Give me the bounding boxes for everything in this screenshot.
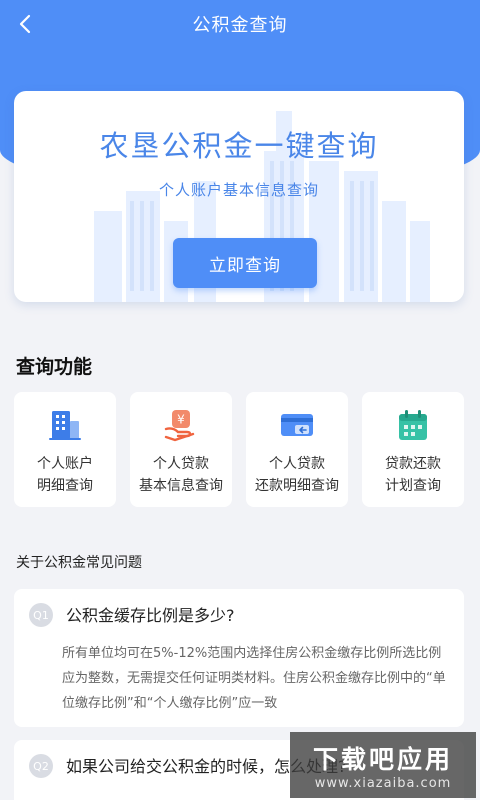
function-label-line1: 个人账户 (37, 456, 93, 472)
function-loan-repayment-detail[interactable]: 个人贷款 还款明细查询 (246, 392, 348, 507)
faq-answer: 所有单位均可在5%-12%范围内选择住房公积金缴存比例所选比例应为整数，无需提交… (62, 646, 446, 711)
yuan-coin-icon: ¥ (164, 410, 195, 442)
functions-section-title: 查询功能 (16, 356, 93, 378)
watermark-text: 下载吧应用 (312, 744, 453, 774)
function-label-line1: 个人贷款 (269, 456, 325, 472)
question-badge: Q1 (29, 603, 53, 627)
watermark-url: www.xiazaiba.com (314, 775, 452, 791)
hero-subtitle: 个人账户基本信息查询 (158, 181, 319, 199)
function-repayment-plan[interactable]: 贷款还款 计划查询 (362, 392, 464, 507)
function-label-line1: 贷款还款 (385, 456, 441, 472)
hero-card: 农垦公积金一键查询 个人账户基本信息查询 立即查询 (14, 91, 464, 302)
faq-section-title: 关于公积金常见问题 (16, 555, 142, 571)
card-return-icon (281, 414, 313, 436)
function-label-line2: 基本信息查询 (139, 478, 223, 494)
function-loan-basic-info[interactable]: ¥ 个人贷款 基本信息查询 (130, 392, 232, 507)
hero-headline: 农垦公积金一键查询 (99, 129, 379, 163)
function-account-detail[interactable]: 个人账户 明细查询 (14, 392, 116, 507)
building-icon (49, 411, 81, 440)
function-label-line2: 还款明细查询 (255, 478, 339, 494)
navigation-bar: 公积金查询 (0, 0, 480, 48)
watermark-logo: 下载吧应用 www.xiazaiba.com (290, 732, 476, 798)
faq-item[interactable]: Q1 公积金缓存比例是多少? 所有单位均可在5%-12%范围内选择住房公积金缴存… (14, 589, 464, 727)
question-badge: Q2 (29, 754, 53, 778)
function-label-line1: 个人贷款 (153, 456, 209, 472)
calendar-icon (399, 410, 427, 440)
function-label-line2: 计划查询 (385, 478, 441, 494)
query-now-button[interactable]: 立即查询 (173, 238, 317, 288)
page-title: 公积金查询 (192, 15, 288, 36)
svg-text:¥: ¥ (177, 413, 185, 427)
function-grid: 个人账户 明细查询 ¥ 个人贷款 基本信息查询 个人贷款 还款明细查询 贷款还款… (14, 392, 464, 507)
function-label-line2: 明细查询 (37, 478, 93, 494)
faq-question: 公积金缓存比例是多少? (66, 606, 235, 625)
chevron-left-icon[interactable] (14, 12, 38, 36)
